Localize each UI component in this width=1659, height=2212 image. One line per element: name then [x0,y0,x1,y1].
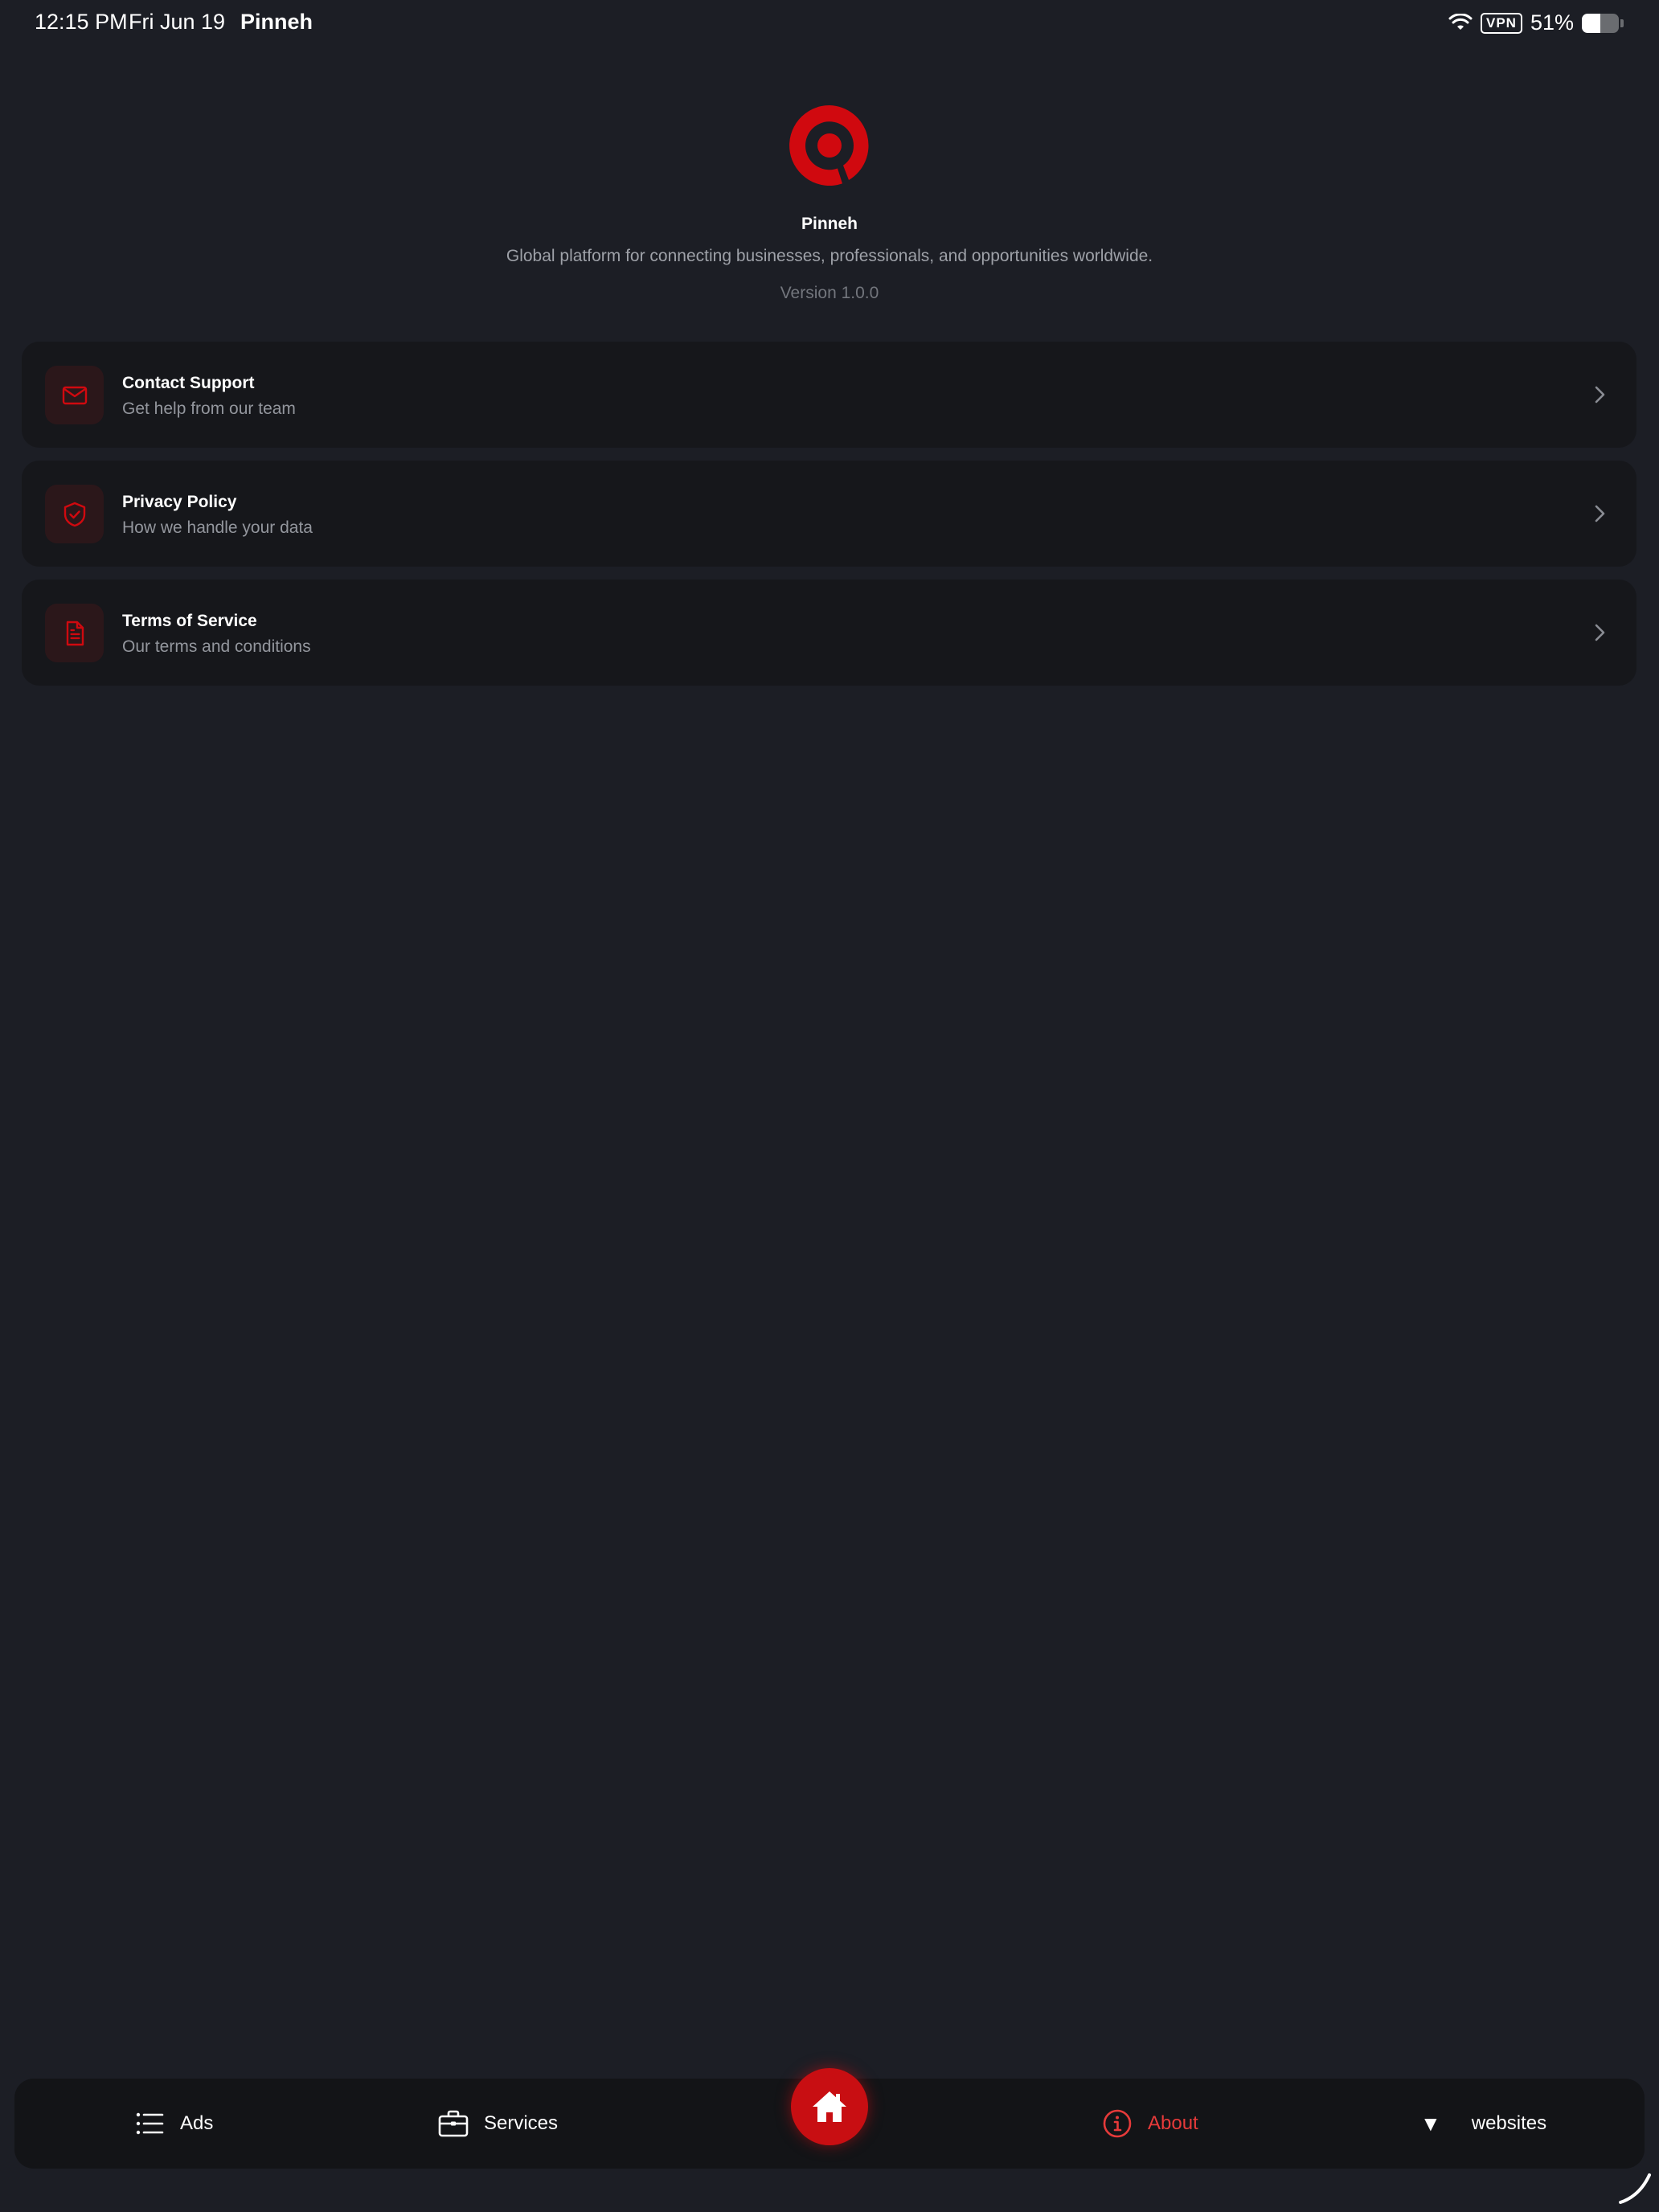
briefcase-icon [438,2110,469,2137]
tab-services[interactable]: Services [437,2079,558,2169]
tab-ads[interactable]: Ads [133,2079,213,2169]
privacy-policy-item[interactable]: Privacy Policy How we handle your data [22,461,1636,567]
tab-about[interactable]: About [1101,2079,1198,2169]
tab-ads-label: Ads [180,2112,214,2134]
list-icon [136,2112,164,2135]
shield-check-icon [63,502,85,526]
contact-support-subtitle: Get help from our team [122,399,296,418]
websites-marker-icon: ▼ [1420,2111,1441,2136]
privacy-policy-icon-tile [45,485,104,543]
status-app-name: Pinneh [240,10,313,34]
status-date: Fri Jun 19 [129,10,226,34]
vpn-badge: VPN [1480,12,1522,34]
contact-support-icon-tile [45,366,104,424]
chevron-right-icon [1595,505,1605,522]
about-screen: 12:15 PM Fri Jun 19 Pinneh VPN 51% Pinne… [0,0,1659,2212]
tab-about-label: About [1148,2112,1198,2134]
document-icon [66,621,84,645]
pinneh-logo [789,105,869,186]
privacy-policy-title: Privacy Policy [122,493,237,511]
privacy-policy-subtitle: How we handle your data [122,518,313,537]
home-icon [813,2091,846,2122]
home-button[interactable] [791,2068,868,2145]
brand-header: Pinneh Global platform for connecting bu… [0,100,1659,303]
terms-of-service-item[interactable]: Terms of Service Our terms and condition… [22,580,1636,686]
chevron-right-icon [1595,386,1605,403]
chevron-right-icon [1595,624,1605,641]
battery-cap [1620,18,1624,27]
wifi-icon [1448,13,1473,30]
contact-support-title: Contact Support [122,374,255,392]
scroll-indicator-icon [1619,2173,1651,2204]
status-bar: 12:15 PM Fri Jun 19 Pinneh VPN 51% [0,0,1659,45]
app-name: Pinneh [801,215,858,233]
status-right-group: VPN 51% [1448,10,1624,35]
battery-icon [1582,13,1619,33]
app-version: Version 1.0.0 [780,284,879,302]
terms-of-service-subtitle: Our terms and conditions [122,637,311,656]
mail-icon [62,386,87,404]
terms-of-service-icon-tile [45,604,104,662]
status-time: 12:15 PM [35,10,128,34]
tab-websites-label: websites [1471,2112,1547,2134]
contact-support-item[interactable]: Contact Support Get help from our team [22,342,1636,448]
tab-services-label: Services [484,2112,559,2134]
app-description: Global platform for connecting businesse… [506,247,1153,265]
terms-of-service-title: Terms of Service [122,612,257,630]
about-menu: Contact Support Get help from our team P… [22,342,1636,698]
battery-percent: 51% [1530,10,1574,35]
tab-websites[interactable]: ▼ websites [1420,2079,1546,2169]
battery-level [1582,13,1601,33]
info-icon [1103,2109,1132,2138]
